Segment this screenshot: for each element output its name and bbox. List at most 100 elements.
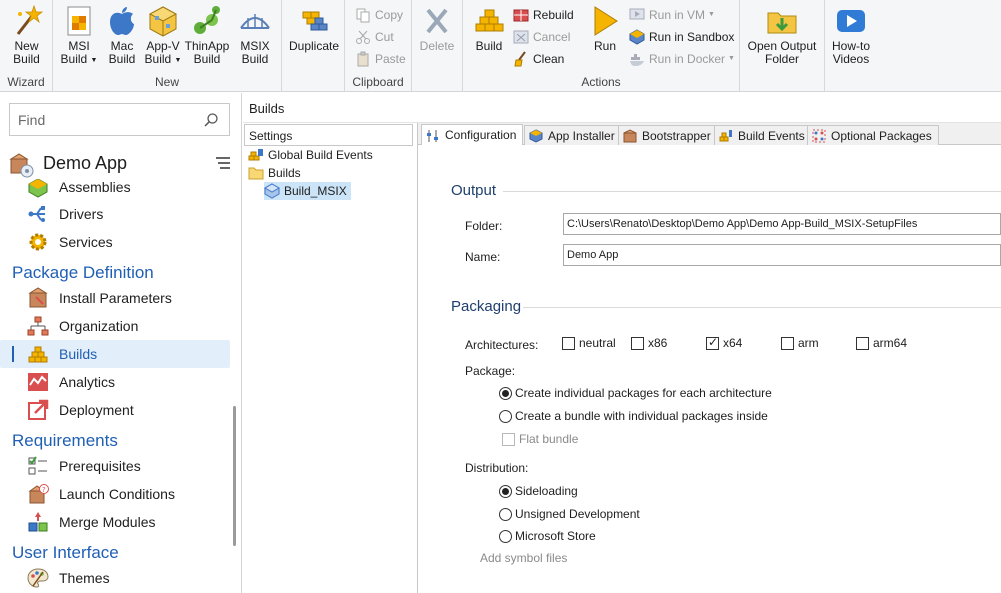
organization-icon — [27, 316, 49, 336]
nav-item-merge-modules[interactable]: Merge Modules — [0, 508, 230, 536]
tab-optional-packages[interactable]: Optional Packages — [807, 125, 939, 146]
paste-button[interactable]: Paste — [355, 49, 406, 69]
tab-bootstrapper[interactable]: Bootstrapper — [618, 125, 718, 146]
nav-item-builds[interactable]: Builds — [0, 340, 230, 368]
open-output-folder-button[interactable]: Open Output Folder — [744, 4, 820, 66]
nav-scrollbar[interactable] — [233, 406, 236, 546]
new-build-label-line2: Build — [13, 52, 40, 66]
name-field[interactable]: Demo App — [563, 244, 1001, 266]
msi-build-button[interactable]: MSI Build ▼ — [59, 4, 99, 67]
nav-item-label: Launch Conditions — [59, 486, 175, 502]
ribbon-toolbar: New Build Wizard MSI Build ▼ Mac Build A… — [0, 0, 1001, 92]
checkbox-box — [631, 336, 644, 350]
nav-item-analytics[interactable]: Analytics — [0, 368, 230, 396]
run-in-docker-label: Run in Docker — [649, 52, 726, 66]
cut-button[interactable]: Cut — [355, 27, 394, 47]
tab-label: Build Events — [738, 128, 805, 143]
themes-palette-icon — [27, 568, 49, 588]
tree-item-builds[interactable]: Builds — [248, 164, 301, 182]
clean-button[interactable]: Clean — [513, 49, 564, 69]
radio-label: Unsigned Development — [515, 507, 640, 521]
navigation-tree: Assemblies Drivers Services Package Defi… — [0, 179, 242, 593]
nav-item-assemblies[interactable]: Assemblies — [0, 179, 230, 201]
page-header: Builds — [243, 93, 1001, 123]
msix-build-button[interactable]: MSIX Build — [235, 4, 275, 66]
nav-item-prerequisites[interactable]: Prerequisites — [0, 452, 230, 480]
search-icon[interactable] — [203, 112, 219, 128]
msix-bridge-icon — [240, 14, 270, 29]
nav-item-organization[interactable]: Organization — [0, 312, 230, 340]
flat-bundle-checkbox[interactable]: Flat bundle — [502, 432, 578, 446]
run-in-vm-button[interactable]: Run in VM ▼ — [629, 5, 715, 25]
mac-build-label-line2: Build — [108, 52, 136, 66]
tree-item-global-build-events[interactable]: Global Build Events — [248, 146, 373, 164]
checkbox-label: arm — [798, 336, 819, 350]
cut-label: Cut — [375, 30, 394, 44]
delete-button[interactable]: Delete — [418, 4, 456, 53]
tree-item-build-msix[interactable]: Build_MSIX — [264, 182, 351, 200]
thinapp-build-button[interactable]: ThinApp Build — [184, 4, 230, 66]
mac-build-button[interactable]: Mac Build — [103, 4, 141, 66]
nav-item-services[interactable]: Services — [0, 228, 230, 256]
package-individual-radio[interactable]: Create individual packages for each arch… — [499, 386, 772, 400]
section-package-definition: Package Definition — [12, 263, 154, 282]
dropdown-caret-icon: ▼ — [90, 57, 98, 64]
nav-item-themes[interactable]: Themes — [0, 564, 230, 592]
folder-field[interactable]: C:\Users\Renato\Desktop\Demo App\Demo Ap… — [563, 213, 1001, 235]
howto-videos-label-line2: Videos — [832, 52, 870, 66]
deployment-arrow-icon — [28, 399, 49, 420]
run-button[interactable]: Run — [585, 4, 625, 53]
find-search-box[interactable] — [9, 103, 230, 136]
checkbox-label: arm64 — [873, 336, 908, 350]
nav-item-drivers[interactable]: Drivers — [0, 200, 230, 228]
arch-x64-checkbox[interactable]: x64 — [706, 335, 742, 350]
msi-build-label-line2: Build — [60, 52, 88, 66]
dropdown-caret-icon: ▼ — [708, 11, 715, 18]
magic-wand-icon — [16, 4, 43, 35]
package-bundle-radio[interactable]: Create a bundle with individual packages… — [499, 409, 768, 423]
build-button[interactable]: Build — [469, 4, 509, 53]
rebuild-label: Rebuild — [533, 8, 574, 22]
arch-neutral-checkbox[interactable]: neutral — [562, 336, 616, 350]
rebuild-button[interactable]: Rebuild — [513, 5, 574, 25]
checkbox-label: neutral — [579, 336, 616, 350]
arch-x86-checkbox[interactable]: x86 — [631, 336, 667, 350]
cancel-label: Cancel — [533, 30, 571, 44]
arch-arm-checkbox[interactable]: arm — [781, 336, 819, 350]
howto-videos-button[interactable]: How-to Videos — [828, 4, 874, 66]
checkbox-box — [856, 336, 869, 350]
distribution-unsigned-radio[interactable]: Unsigned Development — [499, 507, 640, 521]
hamburger-menu-icon[interactable] — [215, 156, 231, 170]
nav-item-install-parameters[interactable]: Install Parameters — [0, 284, 230, 312]
cancel-icon — [513, 30, 529, 44]
packaging-section-divider — [523, 307, 1001, 308]
cancel-button[interactable]: Cancel — [513, 27, 570, 47]
output-section-divider — [503, 191, 1001, 192]
tab-configuration[interactable]: Configuration — [421, 124, 524, 146]
tab-app-installer[interactable]: App Installer — [524, 125, 622, 146]
appv-build-button[interactable]: App-V Build ▼ — [143, 4, 183, 67]
checkbox-box — [562, 336, 575, 350]
ribbon-group-delete: Delete — [412, 0, 463, 92]
copy-button[interactable]: Copy — [355, 5, 403, 25]
nav-item-launch-conditions[interactable]: ? Launch Conditions — [0, 480, 230, 508]
find-input[interactable] — [18, 111, 198, 129]
settings-tree-header-label: Settings — [249, 129, 293, 143]
duplicate-button[interactable]: Duplicate — [287, 4, 341, 53]
new-build-button[interactable]: New Build — [6, 4, 47, 66]
nav-item-deployment[interactable]: Deployment — [0, 396, 230, 424]
distribution-label: Distribution: — [465, 461, 529, 475]
distribution-store-radio[interactable]: Microsoft Store — [499, 529, 596, 543]
nav-item-label: Themes — [59, 570, 110, 586]
folder-download-icon — [767, 12, 797, 34]
distribution-sideloading-radio[interactable]: Sideloading — [499, 484, 578, 498]
run-in-sandbox-button[interactable]: Run in Sandbox — [629, 27, 734, 47]
arch-arm64-checkbox[interactable]: arm64 — [856, 336, 907, 350]
run-in-docker-button[interactable]: Run in Docker ▼ — [629, 49, 735, 69]
project-header: Demo App — [0, 148, 242, 178]
settings-tree-panel: Settings Global Build Events Builds Buil… — [243, 123, 418, 593]
add-symbol-files-option[interactable]: Add symbol files — [480, 551, 567, 565]
run-in-sandbox-label: Run in Sandbox — [649, 30, 735, 44]
tab-build-events[interactable]: Build Events — [714, 125, 812, 146]
architectures-label: Architectures: — [465, 338, 539, 352]
